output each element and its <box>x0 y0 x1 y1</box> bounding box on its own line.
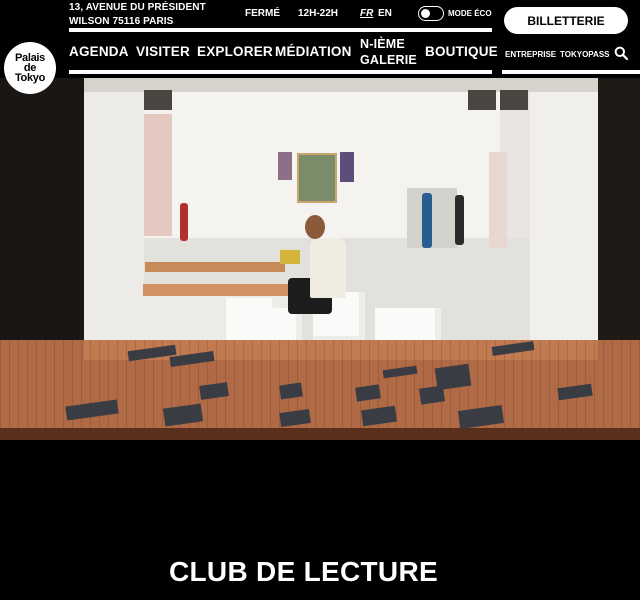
nav-visiter[interactable]: VISITER <box>136 44 190 59</box>
language-en[interactable]: EN <box>378 8 392 19</box>
visitor <box>180 203 188 241</box>
eco-mode-toggle[interactable] <box>418 6 444 21</box>
visitor <box>422 193 432 248</box>
header-divider-top <box>69 28 492 32</box>
header-divider-right <box>502 70 640 74</box>
header-divider-bottom <box>69 70 492 74</box>
toggle-knob <box>421 9 430 18</box>
address-line-1: 13, AVENUE DU PRÉSIDENT <box>69 2 206 13</box>
eco-mode-label: MODE ÉCO <box>448 9 492 18</box>
hanging-artwork <box>489 152 507 248</box>
link-tokyopass[interactable]: TOKYOPASS <box>560 50 610 59</box>
palais-de-tokyo-logo[interactable]: Palais de Tokyo <box>4 42 56 94</box>
nav-galerie-line-1: N-IÈME <box>360 37 405 51</box>
nav-galerie-line-2: GALERIE <box>360 53 417 67</box>
opening-status: FERMÉ <box>245 8 280 19</box>
hero-image <box>0 78 640 440</box>
page-title: CLUB DE LECTURE <box>169 556 438 587</box>
nav-agenda[interactable]: AGENDA <box>69 44 129 59</box>
nav-explorer[interactable]: EXPLORER <box>197 44 273 59</box>
nav-mediation[interactable]: MÉDIATION <box>275 44 352 59</box>
artwork <box>297 153 337 203</box>
language-fr[interactable]: FR <box>360 8 373 19</box>
nav-boutique[interactable]: BOUTIQUE <box>425 44 498 59</box>
nav-n-ieme-galerie[interactable]: N-IÈME GALERIE <box>360 36 417 68</box>
link-entreprise[interactable]: ENTREPRISE <box>505 50 556 59</box>
hanging-artwork <box>144 114 172 236</box>
visitor <box>455 195 464 245</box>
ticket-button[interactable]: BILLETTERIE <box>504 7 628 34</box>
address-line-2: WILSON 75116 PARIS <box>69 16 174 27</box>
museum-address: 13, AVENUE DU PRÉSIDENT WILSON 75116 PAR… <box>69 1 206 29</box>
site-header: 13, AVENUE DU PRÉSIDENT WILSON 75116 PAR… <box>0 0 640 78</box>
artwork <box>278 152 292 180</box>
search-icon[interactable] <box>614 46 628 60</box>
opening-hours: 12H-22H <box>298 8 339 19</box>
artwork <box>340 152 354 182</box>
